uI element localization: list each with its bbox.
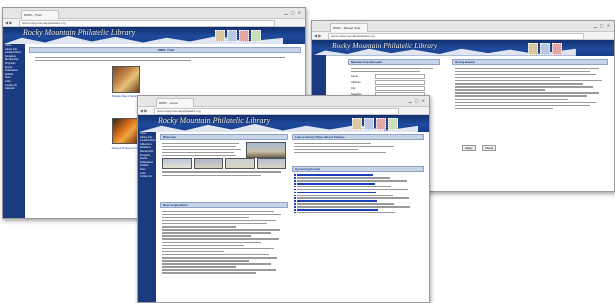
window-controls[interactable]: ▁ ▢ ✕ [594, 23, 611, 28]
event-list-item[interactable] [294, 185, 422, 188]
stamp-icon [540, 43, 550, 55]
site-title[interactable]: Rocky Mountain Philatelic Library [23, 28, 135, 37]
bullet-icon [294, 174, 296, 176]
form-row: Address [351, 79, 437, 85]
stamp-icon [364, 118, 374, 130]
site-banner: Rocky Mountain Philatelic Library [312, 40, 614, 56]
stamp-photo[interactable] [112, 66, 140, 93]
bullet-icon [294, 180, 296, 182]
bullet-icon [294, 191, 296, 194]
event-list-item[interactable] [294, 211, 422, 214]
stamp-icon [352, 118, 362, 130]
window-titlebar[interactable]: RMPL - Thief ▁ ▢ ✕ [3, 8, 305, 19]
event-list-item[interactable] [294, 183, 422, 185]
window-controls[interactable]: ▁ ▢ ✕ [285, 10, 302, 15]
bullet-icon [294, 200, 296, 202]
field-label: Name [351, 74, 358, 78]
window-titlebar[interactable]: RMPL - Home ▁ ▢ ✕ [138, 96, 429, 107]
event-list-item[interactable] [294, 203, 422, 205]
browser-tab[interactable]: RMPL - Thief [21, 10, 59, 19]
address-bar[interactable]: ◀ ▶ www.rockymountainphilatelic.org [3, 19, 305, 27]
sidebar: Home Library Info Location/Hours Donations M… [3, 44, 25, 218]
stamp-icon [239, 30, 249, 42]
field-label: City [351, 86, 356, 90]
library-photo[interactable] [246, 142, 286, 158]
bullet-icon [294, 185, 296, 188]
form-row: Name [351, 73, 437, 79]
stamp-icon [215, 30, 225, 42]
text-input[interactable] [375, 85, 425, 91]
event-list-item[interactable] [294, 191, 422, 194]
sidebar-item[interactable]: Contact Us [138, 175, 156, 179]
event-list-item[interactable] [294, 200, 422, 202]
stamp-icon [376, 118, 386, 130]
text-input[interactable] [375, 79, 425, 85]
url-field[interactable]: www.rockymountainphilatelic.org [328, 33, 584, 40]
site-title[interactable]: Rocky Mountain Philatelic Library [158, 116, 270, 125]
window-controls[interactable]: ▁ ▢ ✕ [409, 98, 426, 103]
nav-arrows-icon[interactable]: ◀ ▶ [5, 20, 12, 25]
event-list-item[interactable] [294, 197, 422, 199]
form-row: City [351, 85, 437, 91]
field-label: Address [351, 80, 361, 84]
bullet-icon [294, 177, 296, 179]
stamp-icon [528, 43, 538, 55]
event-list-item[interactable] [294, 188, 422, 191]
event-list-item[interactable] [294, 194, 422, 197]
sidebar-item[interactable]: Calendar [3, 87, 25, 91]
url-field[interactable]: www.rockymountainphilatelic.org [19, 20, 275, 27]
stamp-icon [251, 30, 261, 42]
bullet-icon [294, 203, 296, 205]
event-list-item[interactable] [294, 177, 422, 179]
stamp-photo[interactable] [112, 118, 140, 144]
bullet-icon [294, 188, 296, 191]
reset-button[interactable]: Reset [482, 145, 497, 151]
window-titlebar[interactable]: RMPL - Bazaar Sale ▁ ▢ ✕ [312, 21, 614, 32]
stamp-icon [227, 30, 237, 42]
library-photo[interactable] [193, 158, 223, 170]
address-bar[interactable]: ◀ ▶ www.rockymountainphilatelic.org [312, 32, 614, 40]
browser-tab[interactable]: RMPL - Bazaar Sale [330, 23, 368, 32]
bullet-icon [294, 209, 296, 211]
welcome-section: Welcome New Acquisitions [160, 134, 288, 277]
address-bar[interactable]: ◀ ▶ www.rockymountainphilatelic.org [138, 107, 429, 115]
window-library-home: RMPL - Home ▁ ▢ ✕ ◀ ▶ www.rockymountainp… [137, 95, 430, 303]
sidebar: Home Library Info Location/Hours Collection… [138, 132, 156, 302]
bazaar-panel: Giving Bazaar [452, 59, 608, 112]
nav-arrows-icon[interactable]: ◀ ▶ [140, 108, 147, 113]
apply-button[interactable]: Apply [462, 145, 476, 151]
text-input[interactable] [375, 73, 425, 79]
event-list-item[interactable] [294, 180, 422, 182]
library-photo[interactable] [162, 158, 192, 170]
bullet-icon [294, 197, 296, 199]
news-section: Latest Library News About Stamps Upcomin… [292, 134, 424, 216]
site-banner: Rocky Mountain Philatelic Library [3, 27, 305, 44]
site-title[interactable]: Rocky Mountain Philatelic Library [332, 41, 437, 50]
library-photo[interactable] [256, 158, 286, 170]
bullet-icon [294, 194, 296, 197]
bullet-icon [294, 211, 296, 214]
url-field[interactable]: www.rockymountainphilatelic.org [154, 108, 399, 115]
bullet-icon [294, 206, 296, 208]
stamp-icon [388, 118, 398, 130]
main-content: RMPL Thief [29, 47, 301, 65]
bullet-icon [294, 183, 296, 185]
event-list-item[interactable] [294, 206, 422, 208]
browser-tab[interactable]: RMPL - Home [156, 98, 194, 107]
event-list-item[interactable] [294, 209, 422, 211]
library-photo[interactable] [225, 158, 255, 170]
site-banner: Rocky Mountain Philatelic Library [138, 115, 429, 132]
stamp-icon [552, 43, 562, 55]
form-buttons: Apply Reset [462, 145, 522, 151]
event-list-item[interactable] [294, 174, 422, 176]
nav-arrows-icon[interactable]: ◀ ▶ [314, 33, 321, 38]
